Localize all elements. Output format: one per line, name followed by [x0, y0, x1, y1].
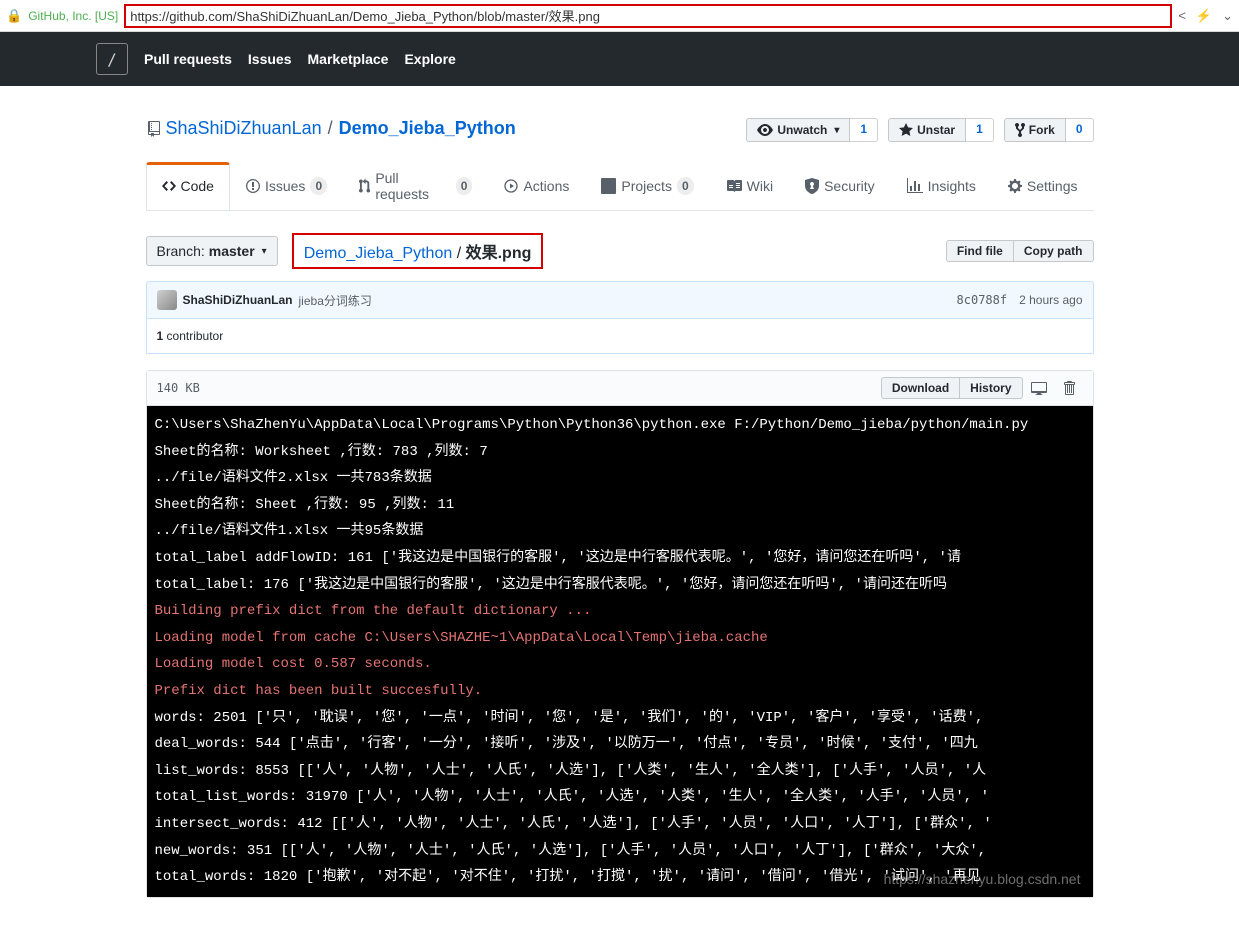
tab-settings[interactable]: Settings: [992, 162, 1094, 210]
file-nav: Branch: master Demo_Jieba_Python / 效果.pn…: [146, 221, 1094, 269]
breadcrumb: Demo_Jieba_Python / 效果.png: [292, 233, 544, 269]
repo-link[interactable]: Demo_Jieba_Python: [339, 118, 516, 138]
watch-action: Unwatch 1: [746, 118, 878, 142]
repo-title: ShaShiDiZhuanLan / Demo_Jieba_Python: [146, 118, 516, 139]
history-button[interactable]: History: [960, 377, 1022, 399]
star-icon: [899, 122, 913, 138]
nav-issues[interactable]: Issues: [248, 51, 292, 67]
file-size: 140 KB: [157, 381, 200, 395]
eye-icon: [757, 122, 773, 138]
breadcrumb-root[interactable]: Demo_Jieba_Python: [304, 245, 453, 262]
stdout-line: Sheet的名称: Sheet ,行数: 95 ,列数: 11: [155, 492, 1085, 519]
unwatch-button[interactable]: Unwatch: [746, 118, 850, 142]
branch-select[interactable]: Branch: master: [146, 236, 278, 266]
tab-issues[interactable]: Issues0: [230, 162, 343, 210]
commit-time: 2 hours ago: [1019, 293, 1082, 307]
graph-icon: [907, 178, 923, 194]
tab-actions[interactable]: Actions: [488, 162, 585, 210]
gear-icon: [1008, 178, 1022, 194]
file-content: C:\Users\ShaZhenYu\AppData\Local\Program…: [147, 406, 1093, 897]
star-count[interactable]: 1: [966, 118, 994, 142]
repo-nav: Code Issues0 Pull requests0 Actions Proj…: [146, 162, 1094, 211]
tab-wiki[interactable]: Wiki: [710, 162, 789, 210]
issue-icon: [246, 178, 260, 194]
contributors[interactable]: 1 contributor: [146, 319, 1094, 354]
stdout-line: words: 2501 ['只', '耽误', '您', '一点', '时间',…: [155, 705, 1085, 732]
stdout-line: ../file/语料文件1.xlsx 一共95条数据: [155, 518, 1085, 545]
stdout-line: ../file/语料文件2.xlsx 一共783条数据: [155, 465, 1085, 492]
stderr-line: Loading model cost 0.587 seconds.: [155, 651, 1085, 678]
repo-icon: [146, 121, 162, 137]
find-file-button[interactable]: Find file: [946, 240, 1014, 262]
download-button[interactable]: Download: [881, 377, 960, 399]
pr-icon: [359, 178, 370, 194]
fork-button[interactable]: Fork: [1004, 118, 1066, 142]
stderr-line: Prefix dict has been built succesfully.: [155, 678, 1085, 705]
unstar-button[interactable]: Unstar: [888, 118, 966, 142]
desktop-icon[interactable]: [1023, 376, 1055, 400]
stdout-line: new_words: 351 [['人', '人物', '人士', '人氏', …: [155, 838, 1085, 865]
commit-message[interactable]: jieba分词练习: [299, 292, 372, 309]
project-icon: [601, 178, 616, 194]
address-bar: 🔒 GitHub, Inc. [US] https://github.com/S…: [0, 0, 1239, 32]
play-icon: [504, 178, 518, 194]
stdout-line: deal_words: 544 ['点击', '行客', '一分', '接听',…: [155, 731, 1085, 758]
stderr-line: Loading model from cache C:\Users\SHAZHE…: [155, 625, 1085, 652]
chevron-down-icon[interactable]: ⌄: [1222, 8, 1233, 24]
owner-link[interactable]: ShaShiDiZhuanLan: [166, 118, 322, 139]
fork-icon: [1015, 122, 1025, 138]
bolt-icon[interactable]: ⚡: [1196, 8, 1212, 24]
tab-code[interactable]: Code: [146, 162, 230, 210]
stdout-line: total_label: 176 ['我这边是中国银行的客服', '这边是中行客…: [155, 572, 1085, 599]
trash-icon[interactable]: [1055, 376, 1083, 400]
tab-pull-requests[interactable]: Pull requests0: [343, 162, 488, 210]
commit-author[interactable]: ShaShiDiZhuanLan: [183, 293, 293, 307]
stdout-line: Sheet的名称: Worksheet ,行数: 783 ,列数: 7: [155, 439, 1085, 466]
fork-count[interactable]: 0: [1066, 118, 1094, 142]
cert-org: GitHub, Inc. [US]: [28, 9, 118, 23]
tab-security[interactable]: Security: [789, 162, 891, 210]
file-box: 140 KB Download History C:\Users\ShaZhen…: [146, 370, 1094, 898]
book-icon: [726, 178, 742, 194]
github-icon[interactable]: /: [96, 43, 128, 75]
watch-count[interactable]: 1: [850, 118, 878, 142]
shield-icon: [805, 178, 819, 194]
stdout-line: total_label addFlowID: 161 ['我这边是中国银行的客服…: [155, 545, 1085, 572]
lock-icon: 🔒: [6, 8, 22, 24]
url-input[interactable]: https://github.com/ShaShiDiZhuanLan/Demo…: [124, 4, 1172, 28]
fork-action: Fork 0: [1004, 118, 1094, 142]
star-action: Unstar 1: [888, 118, 994, 142]
nav-explore[interactable]: Explore: [404, 51, 455, 67]
code-icon: [162, 178, 176, 194]
commit-tease: ShaShiDiZhuanLan jieba分词练习 8c0788f 2 hou…: [146, 281, 1094, 319]
share-icon[interactable]: <: [1178, 8, 1186, 23]
commit-sha[interactable]: 8c0788f: [957, 293, 1008, 307]
avatar[interactable]: [157, 290, 177, 310]
stdout-line: list_words: 8553 [['人', '人物', '人士', '人氏'…: [155, 758, 1085, 785]
stdout-line: intersect_words: 412 [['人', '人物', '人士', …: [155, 811, 1085, 838]
tab-insights[interactable]: Insights: [891, 162, 992, 210]
copy-path-button[interactable]: Copy path: [1014, 240, 1094, 262]
site-header: / Pull requests Issues Marketplace Explo…: [0, 32, 1239, 86]
file-header: 140 KB Download History: [147, 371, 1093, 406]
stdout-line: total_list_words: 31970 ['人', '人物', '人士'…: [155, 784, 1085, 811]
repo-head: ShaShiDiZhuanLan / Demo_Jieba_Python Unw…: [146, 102, 1094, 142]
nav-marketplace[interactable]: Marketplace: [308, 51, 389, 67]
stderr-line: Building prefix dict from the default di…: [155, 598, 1085, 625]
nav-pull-requests[interactable]: Pull requests: [144, 51, 232, 67]
watermark: https://shazhenyu.blog.csdn.net: [884, 871, 1081, 887]
stdout-line: C:\Users\ShaZhenYu\AppData\Local\Program…: [155, 412, 1085, 439]
breadcrumb-file: 效果.png: [466, 245, 532, 262]
tab-projects[interactable]: Projects0: [585, 162, 709, 210]
